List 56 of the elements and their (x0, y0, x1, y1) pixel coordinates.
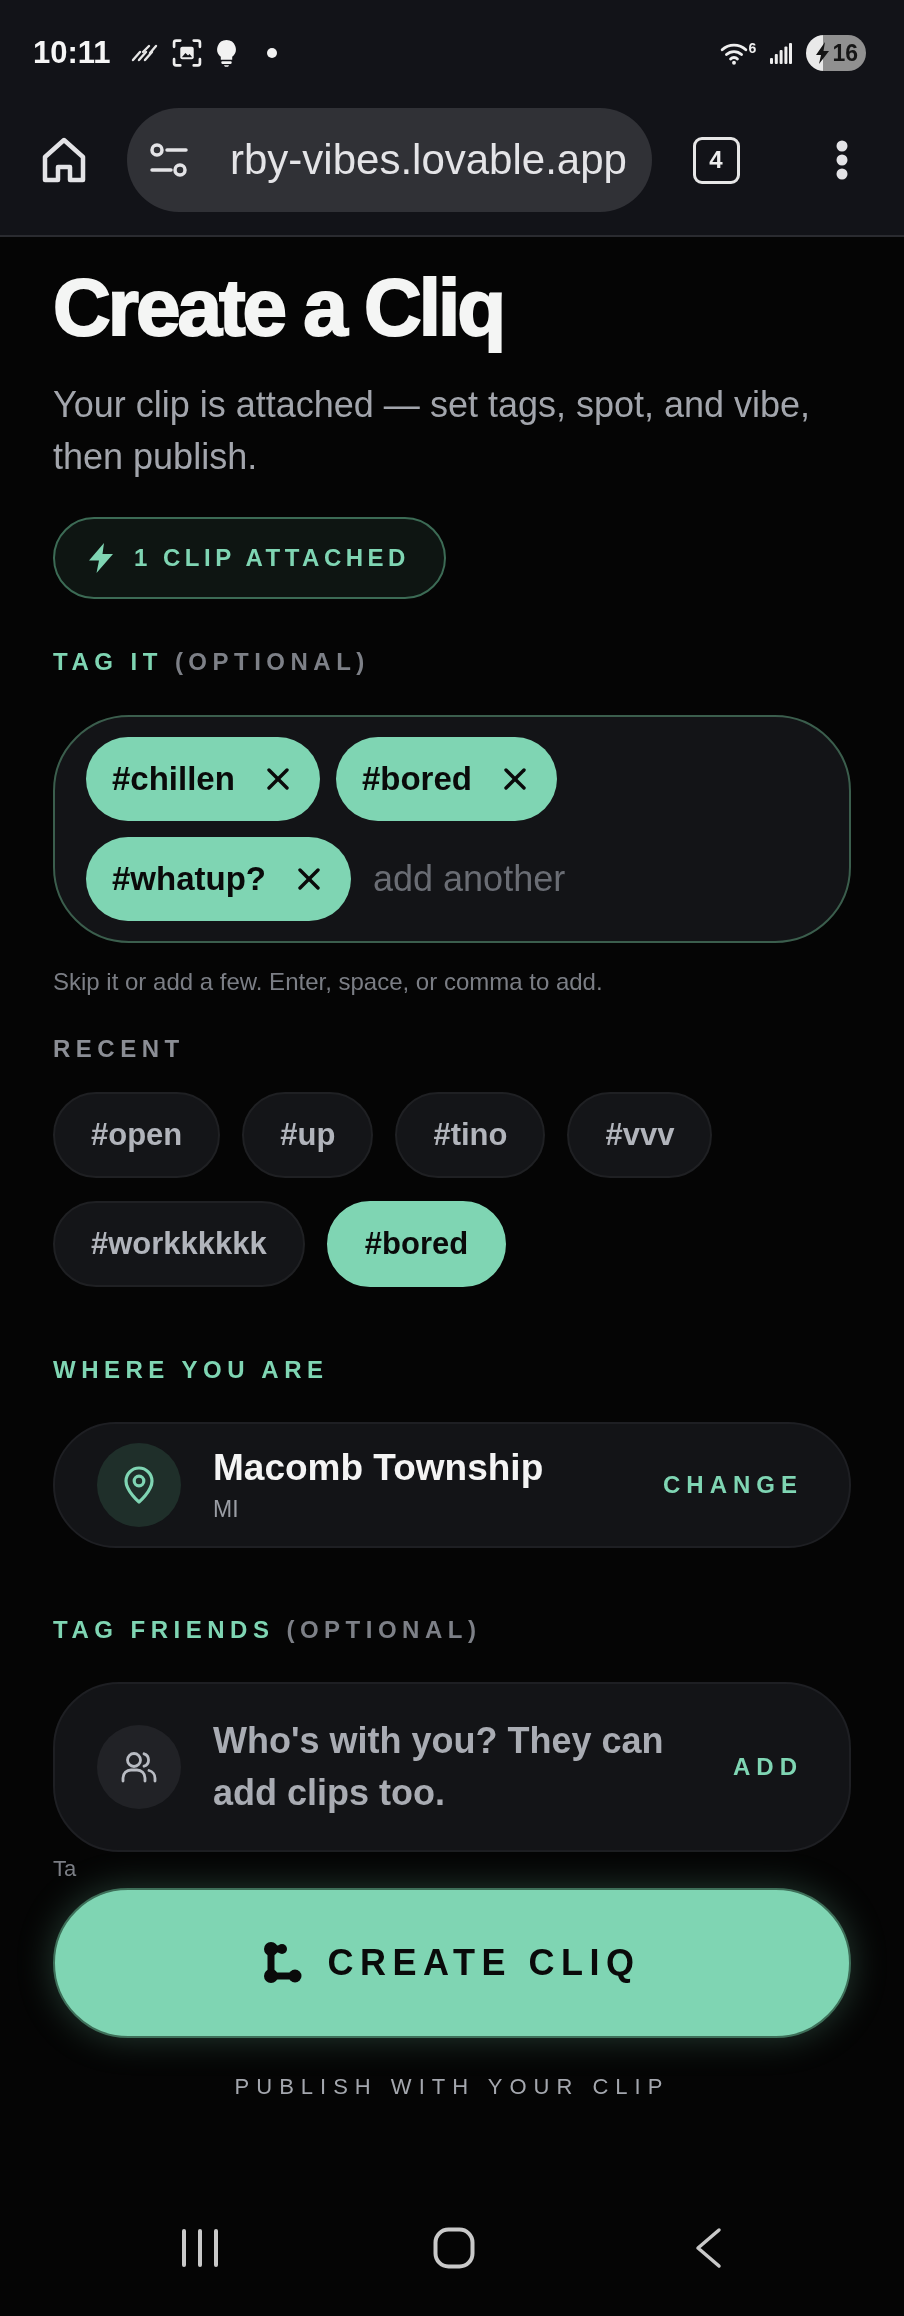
publish-caption: PUBLISH WITH YOUR CLIP (234, 2073, 670, 2101)
home-button[interactable] (41, 137, 86, 183)
close-icon (298, 868, 320, 890)
more-options-icon[interactable] (836, 140, 848, 180)
wifi-icon (719, 41, 748, 65)
remove-tag-button[interactable] (298, 868, 320, 890)
create-cliq-button[interactable]: CREATE CLIQ (53, 1888, 851, 2038)
recent-tag-chip[interactable]: #open (53, 1092, 221, 1178)
battery-level-text: 16 (832, 39, 858, 67)
back-icon[interactable] (694, 2227, 722, 2269)
signal-icon (770, 42, 793, 64)
optional-note: (OPTIONAL) (174, 647, 370, 677)
lightning-icon (88, 543, 114, 573)
home-icon[interactable] (433, 2227, 475, 2269)
region-name: MI (213, 1495, 239, 1524)
friends-hint: Ta (53, 1857, 77, 1881)
page-subtitle: Your clip is attached — set tags, spot, and vibe, then publish. (53, 383, 812, 479)
tag-chip-label: #chillen (112, 760, 235, 798)
charging-bolt-icon (816, 42, 830, 64)
clip-status-text: 1 CLIP ATTACHED (134, 544, 410, 572)
dot-icon (266, 48, 277, 58)
change-location-button[interactable]: CHANGE (663, 1471, 803, 1499)
optional-note: (OPTIONAL) (286, 1615, 482, 1645)
page-title: Create a Cliq (53, 265, 504, 351)
section-label: WHERE YOU ARE (53, 1355, 329, 1385)
add-friends-button[interactable]: ADD (733, 1753, 803, 1781)
url-text: rby-vibes.lovable.app (230, 136, 627, 184)
connector-nodes-icon (263, 1942, 302, 1984)
section-label: RECENT (53, 1034, 185, 1064)
section-label: TAG IT (53, 647, 163, 677)
recent-tag-chip[interactable]: #up (242, 1092, 374, 1178)
recent-apps-icon[interactable] (181, 2228, 219, 2268)
home-icon (41, 137, 86, 183)
tab-switcher-button[interactable]: 4 (692, 136, 740, 184)
section-label: TAG FRIENDS (53, 1615, 275, 1645)
recent-tag-chip[interactable]: #tino (395, 1092, 546, 1178)
recent-tag-chip[interactable]: #vvv (567, 1092, 713, 1178)
remove-tag-button[interactable] (503, 768, 526, 790)
city-name: Macomb Township (213, 1446, 544, 1490)
lightbulb-icon (215, 39, 237, 67)
network-type-label: 6 (748, 41, 757, 55)
tag-hint: Skip it or add a few. Enter, space, or comma to add. (53, 969, 603, 995)
recent-tag-chip[interactable]: #workkkkkk (53, 1201, 305, 1287)
tag-chip-label: #whatup? (112, 860, 266, 898)
close-icon (266, 768, 289, 790)
recent-tag-chip[interactable]: #bored (326, 1201, 507, 1287)
status-time: 10:11 (33, 35, 111, 71)
slashes-icon (130, 44, 158, 62)
remove-tag-button[interactable] (266, 768, 289, 790)
friends-prompt: Who's with you? They can add clips too. (213, 1719, 665, 1815)
address-bar[interactable]: rby-vibes.lovable.app (127, 108, 652, 212)
close-icon (503, 768, 526, 790)
tag-chip-label: #bored (361, 760, 472, 798)
add-tag-input[interactable]: add another (367, 837, 789, 921)
screenshot-icon (171, 38, 202, 68)
site-settings-icon (150, 142, 188, 178)
